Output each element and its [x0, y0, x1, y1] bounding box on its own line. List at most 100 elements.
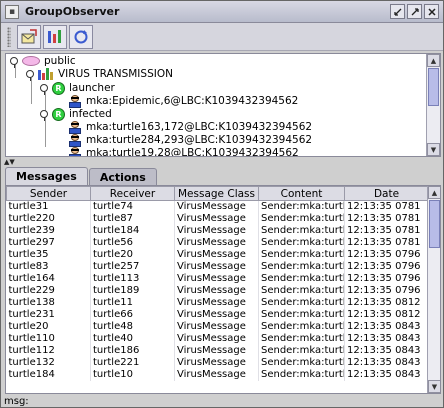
table-cell: VirusMessage — [174, 285, 259, 297]
community-label: public — [44, 55, 76, 67]
expand-pin-icon[interactable] — [40, 110, 48, 121]
group-label: VIRUS TRANSMISSION — [58, 68, 173, 80]
tree-scroll-thumb[interactable] — [428, 68, 439, 106]
close-icon[interactable] — [424, 4, 439, 19]
expand-pin-icon[interactable] — [26, 70, 34, 81]
table-cell: Sender:mka:turtl... — [258, 237, 345, 249]
table-cell: VirusMessage — [174, 200, 259, 213]
table-cell: turtle257 — [90, 261, 175, 273]
table-cell: turtle113 — [90, 273, 175, 285]
table-cell: turtle184 — [90, 225, 175, 237]
table-cell: 12:13:35 0781 — [344, 237, 429, 249]
table-row[interactable]: turtle138 turtle11 VirusMessage Sender:mka:… — [6, 297, 429, 309]
table-cell: VirusMessage — [174, 357, 259, 369]
table-cell: turtle20 — [6, 321, 91, 333]
tree-node-community[interactable]: public — [10, 54, 76, 68]
table-row[interactable]: turtle220 turtle87 VirusMessage Sender:mka:… — [6, 213, 429, 225]
table-cell: turtle110 — [6, 333, 91, 345]
table-cell: VirusMessage — [174, 261, 259, 273]
table-row[interactable]: turtle112 turtle186 VirusMessage Sender:mka… — [6, 345, 429, 357]
maximize-icon[interactable] — [407, 4, 422, 19]
table-cell: Sender:mka:turtl... — [258, 225, 345, 237]
role-icon: R — [52, 107, 65, 121]
table-cell: turtle239 — [6, 225, 91, 237]
window-icon: ▪ — [5, 4, 19, 19]
table-cell: Sender:mka:turtl... — [258, 321, 345, 333]
table-row[interactable]: turtle83 turtle257 VirusMessage Sender:mka:… — [6, 261, 429, 273]
table-cell: VirusMessage — [174, 369, 259, 381]
table-row[interactable]: turtle31 turtle74 VirusMessage Sender:mka:t… — [6, 200, 429, 213]
column-header-sender[interactable]: Sender — [6, 186, 91, 201]
collapse-arrows-icon[interactable]: ▲▼ — [4, 158, 15, 166]
messages-table[interactable]: Sender Receiver Message Class Content Da… — [5, 185, 441, 394]
tree-node-role-infected[interactable]: R infected — [40, 107, 112, 121]
table-row[interactable]: turtle231 turtle66 VirusMessage Sender:mka:… — [6, 309, 429, 321]
tree-node-agent[interactable]: mka:turtle284,293@LBC:K1039432394562 — [68, 133, 312, 147]
agent-label: mka:Epidemic,6@LBC:K1039432394562 — [86, 95, 299, 107]
table-cell: VirusMessage — [174, 213, 259, 225]
group-observer-window: ▪ GroupObserver public VIRUS TRANSMISSIO… — [0, 0, 444, 408]
table-cell: turtle40 — [90, 333, 175, 345]
toolbar — [1, 23, 443, 51]
tree-node-agent[interactable]: mka:turtle19,28@LBC:K1039432394562 — [68, 146, 299, 156]
table-row[interactable]: turtle297 turtle56 VirusMessage Sender:mka:… — [6, 237, 429, 249]
role-label: launcher — [69, 82, 115, 94]
scroll-up-icon[interactable]: ▲ — [428, 186, 440, 199]
column-header-date[interactable]: Date — [344, 186, 429, 201]
table-cell: turtle164 — [6, 273, 91, 285]
title-bar[interactable]: ▪ GroupObserver — [1, 1, 443, 23]
minimize-icon[interactable] — [390, 4, 405, 19]
expand-pin-icon[interactable] — [10, 57, 18, 68]
split-divider[interactable]: ▲▼ — [1, 158, 443, 166]
table-cell: Sender:mka:turtl... — [258, 213, 345, 225]
table-cell: turtle297 — [6, 237, 91, 249]
table-row[interactable]: turtle20 turtle48 VirusMessage Sender:mka:t… — [6, 321, 429, 333]
column-header-message-class[interactable]: Message Class — [174, 186, 259, 201]
table-cell: turtle186 — [90, 345, 175, 357]
group-view-icon[interactable] — [43, 24, 67, 49]
table-scroll-thumb[interactable] — [429, 200, 440, 248]
table-scrollbar[interactable]: ▲ ▼ — [427, 186, 440, 393]
table-cell: turtle83 — [6, 261, 91, 273]
table-cell: turtle132 — [6, 357, 91, 369]
table-cell: VirusMessage — [174, 345, 259, 357]
tree-node-agent[interactable]: mka:turtle163,172@LBC:K1039432394562 — [68, 120, 312, 134]
table-cell: turtle66 — [90, 309, 175, 321]
table-cell: 12:13:35 0843 — [344, 321, 429, 333]
tab-actions[interactable]: Actions — [88, 168, 157, 185]
scroll-down-icon[interactable]: ▼ — [428, 380, 440, 393]
table-row[interactable]: turtle164 turtle113 VirusMessage Sender:mka… — [6, 273, 429, 285]
table-row[interactable]: turtle239 turtle184 VirusMessage Sender:mka… — [6, 225, 429, 237]
group-icon — [38, 68, 54, 80]
expand-pin-icon[interactable] — [40, 84, 48, 95]
tree-node-group[interactable]: VIRUS TRANSMISSION — [26, 67, 173, 81]
table-cell: Sender:mka:turtl... — [258, 261, 345, 273]
table-header: Sender Receiver Message Class Content Da… — [6, 186, 429, 201]
scroll-down-icon[interactable]: ▼ — [427, 143, 440, 156]
toolbar-grip[interactable] — [7, 26, 11, 47]
table-cell: VirusMessage — [174, 237, 259, 249]
tree-node-role-launcher[interactable]: R launcher — [40, 81, 115, 95]
table-row[interactable]: turtle110 turtle40 VirusMessage Sender:mka:… — [6, 333, 429, 345]
column-header-receiver[interactable]: Receiver — [90, 186, 175, 201]
scroll-up-icon[interactable]: ▲ — [427, 54, 440, 67]
send-message-icon[interactable] — [17, 24, 41, 49]
tab-messages[interactable]: Messages — [5, 167, 88, 185]
table-cell: 12:13:35 0781 — [344, 213, 429, 225]
table-cell: turtle189 — [90, 285, 175, 297]
tree-node-agent[interactable]: mka:Epidemic,6@LBC:K1039432394562 — [68, 94, 298, 108]
column-header-content[interactable]: Content — [258, 186, 345, 201]
tab-bar: Messages Actions — [5, 167, 158, 185]
table-row[interactable]: turtle229 turtle189 VirusMessage Sender:mka… — [6, 285, 429, 297]
organization-tree[interactable]: public VIRUS TRANSMISSION R launcher mka… — [5, 53, 441, 157]
table-cell: turtle229 — [6, 285, 91, 297]
agent-icon — [68, 133, 82, 147]
table-row[interactable]: turtle184 turtle10 VirusMessage Sender:mka:… — [6, 369, 429, 381]
refresh-icon[interactable] — [69, 24, 93, 49]
tree-scrollbar[interactable]: ▲ ▼ — [426, 54, 440, 156]
table-cell: turtle74 — [90, 200, 175, 213]
table-cell: 12:13:35 0812 — [344, 309, 429, 321]
table-row[interactable]: turtle132 turtle221 VirusMessage Sender:mka… — [6, 357, 429, 369]
table-cell: turtle20 — [90, 249, 175, 261]
table-row[interactable]: turtle35 turtle20 VirusMessage Sender:mka:t… — [6, 249, 429, 261]
